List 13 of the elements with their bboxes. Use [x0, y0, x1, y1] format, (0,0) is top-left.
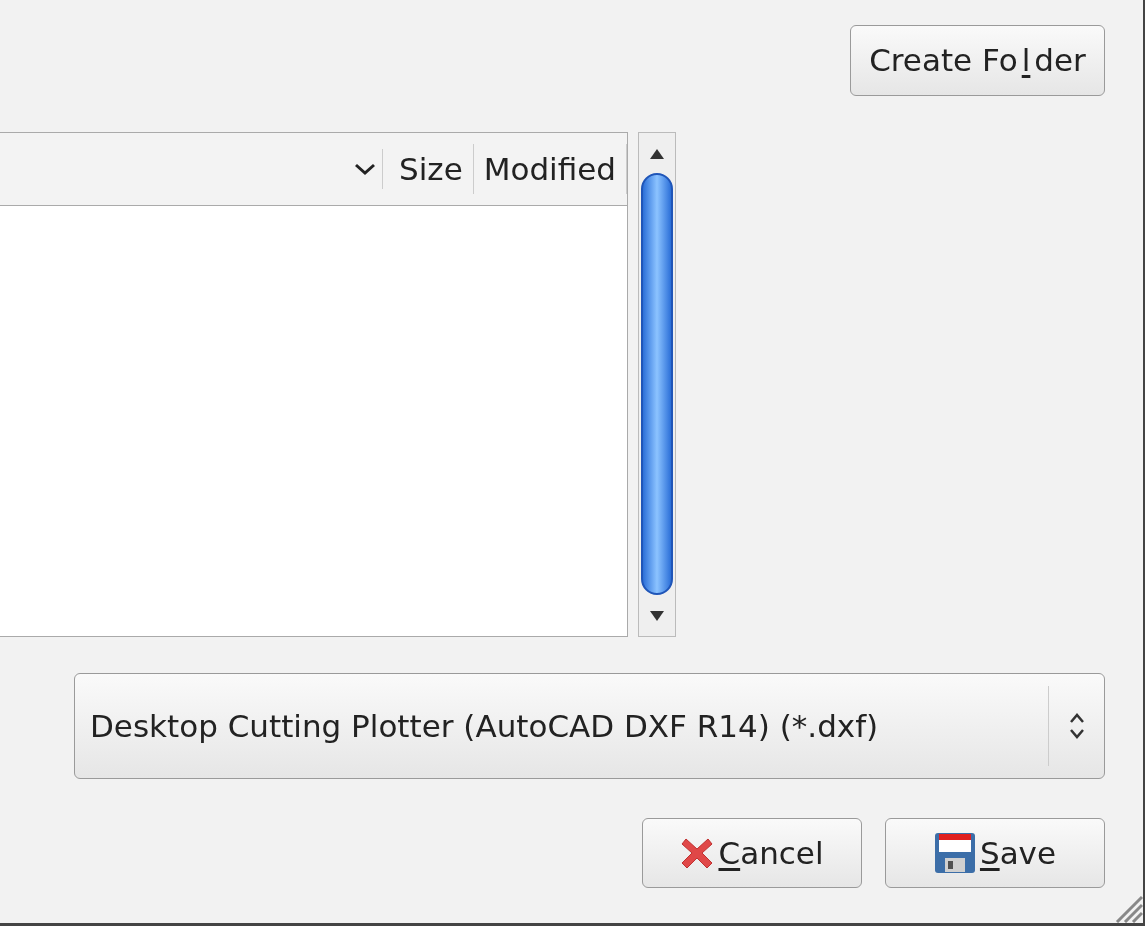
up-down-icon — [1067, 711, 1086, 741]
column-header[interactable]: Modified — [473, 144, 627, 194]
scrollbar[interactable] — [638, 132, 676, 637]
scroll-up-icon — [649, 147, 665, 161]
file-type-dropdown[interactable]: Desktop Cutting Plotter (AutoCAD DXF R14) (*.dxf) — [74, 673, 1105, 779]
scroll-down-icon — [649, 609, 665, 623]
file-type-value: Desktop Cutting Plotter (AutoCAD DXF R14) (*.dxf) — [90, 706, 880, 746]
scrollbar-thumb[interactable] — [641, 173, 673, 595]
cancel-button[interactable]: Cancel — [642, 818, 862, 888]
save-button[interactable]: Save — [885, 818, 1105, 888]
column-header[interactable]: Size — [389, 144, 474, 194]
file-list[interactable]: Size Modified — [0, 132, 628, 637]
create-folder-button[interactable]: Create Fo l der — [850, 25, 1105, 96]
